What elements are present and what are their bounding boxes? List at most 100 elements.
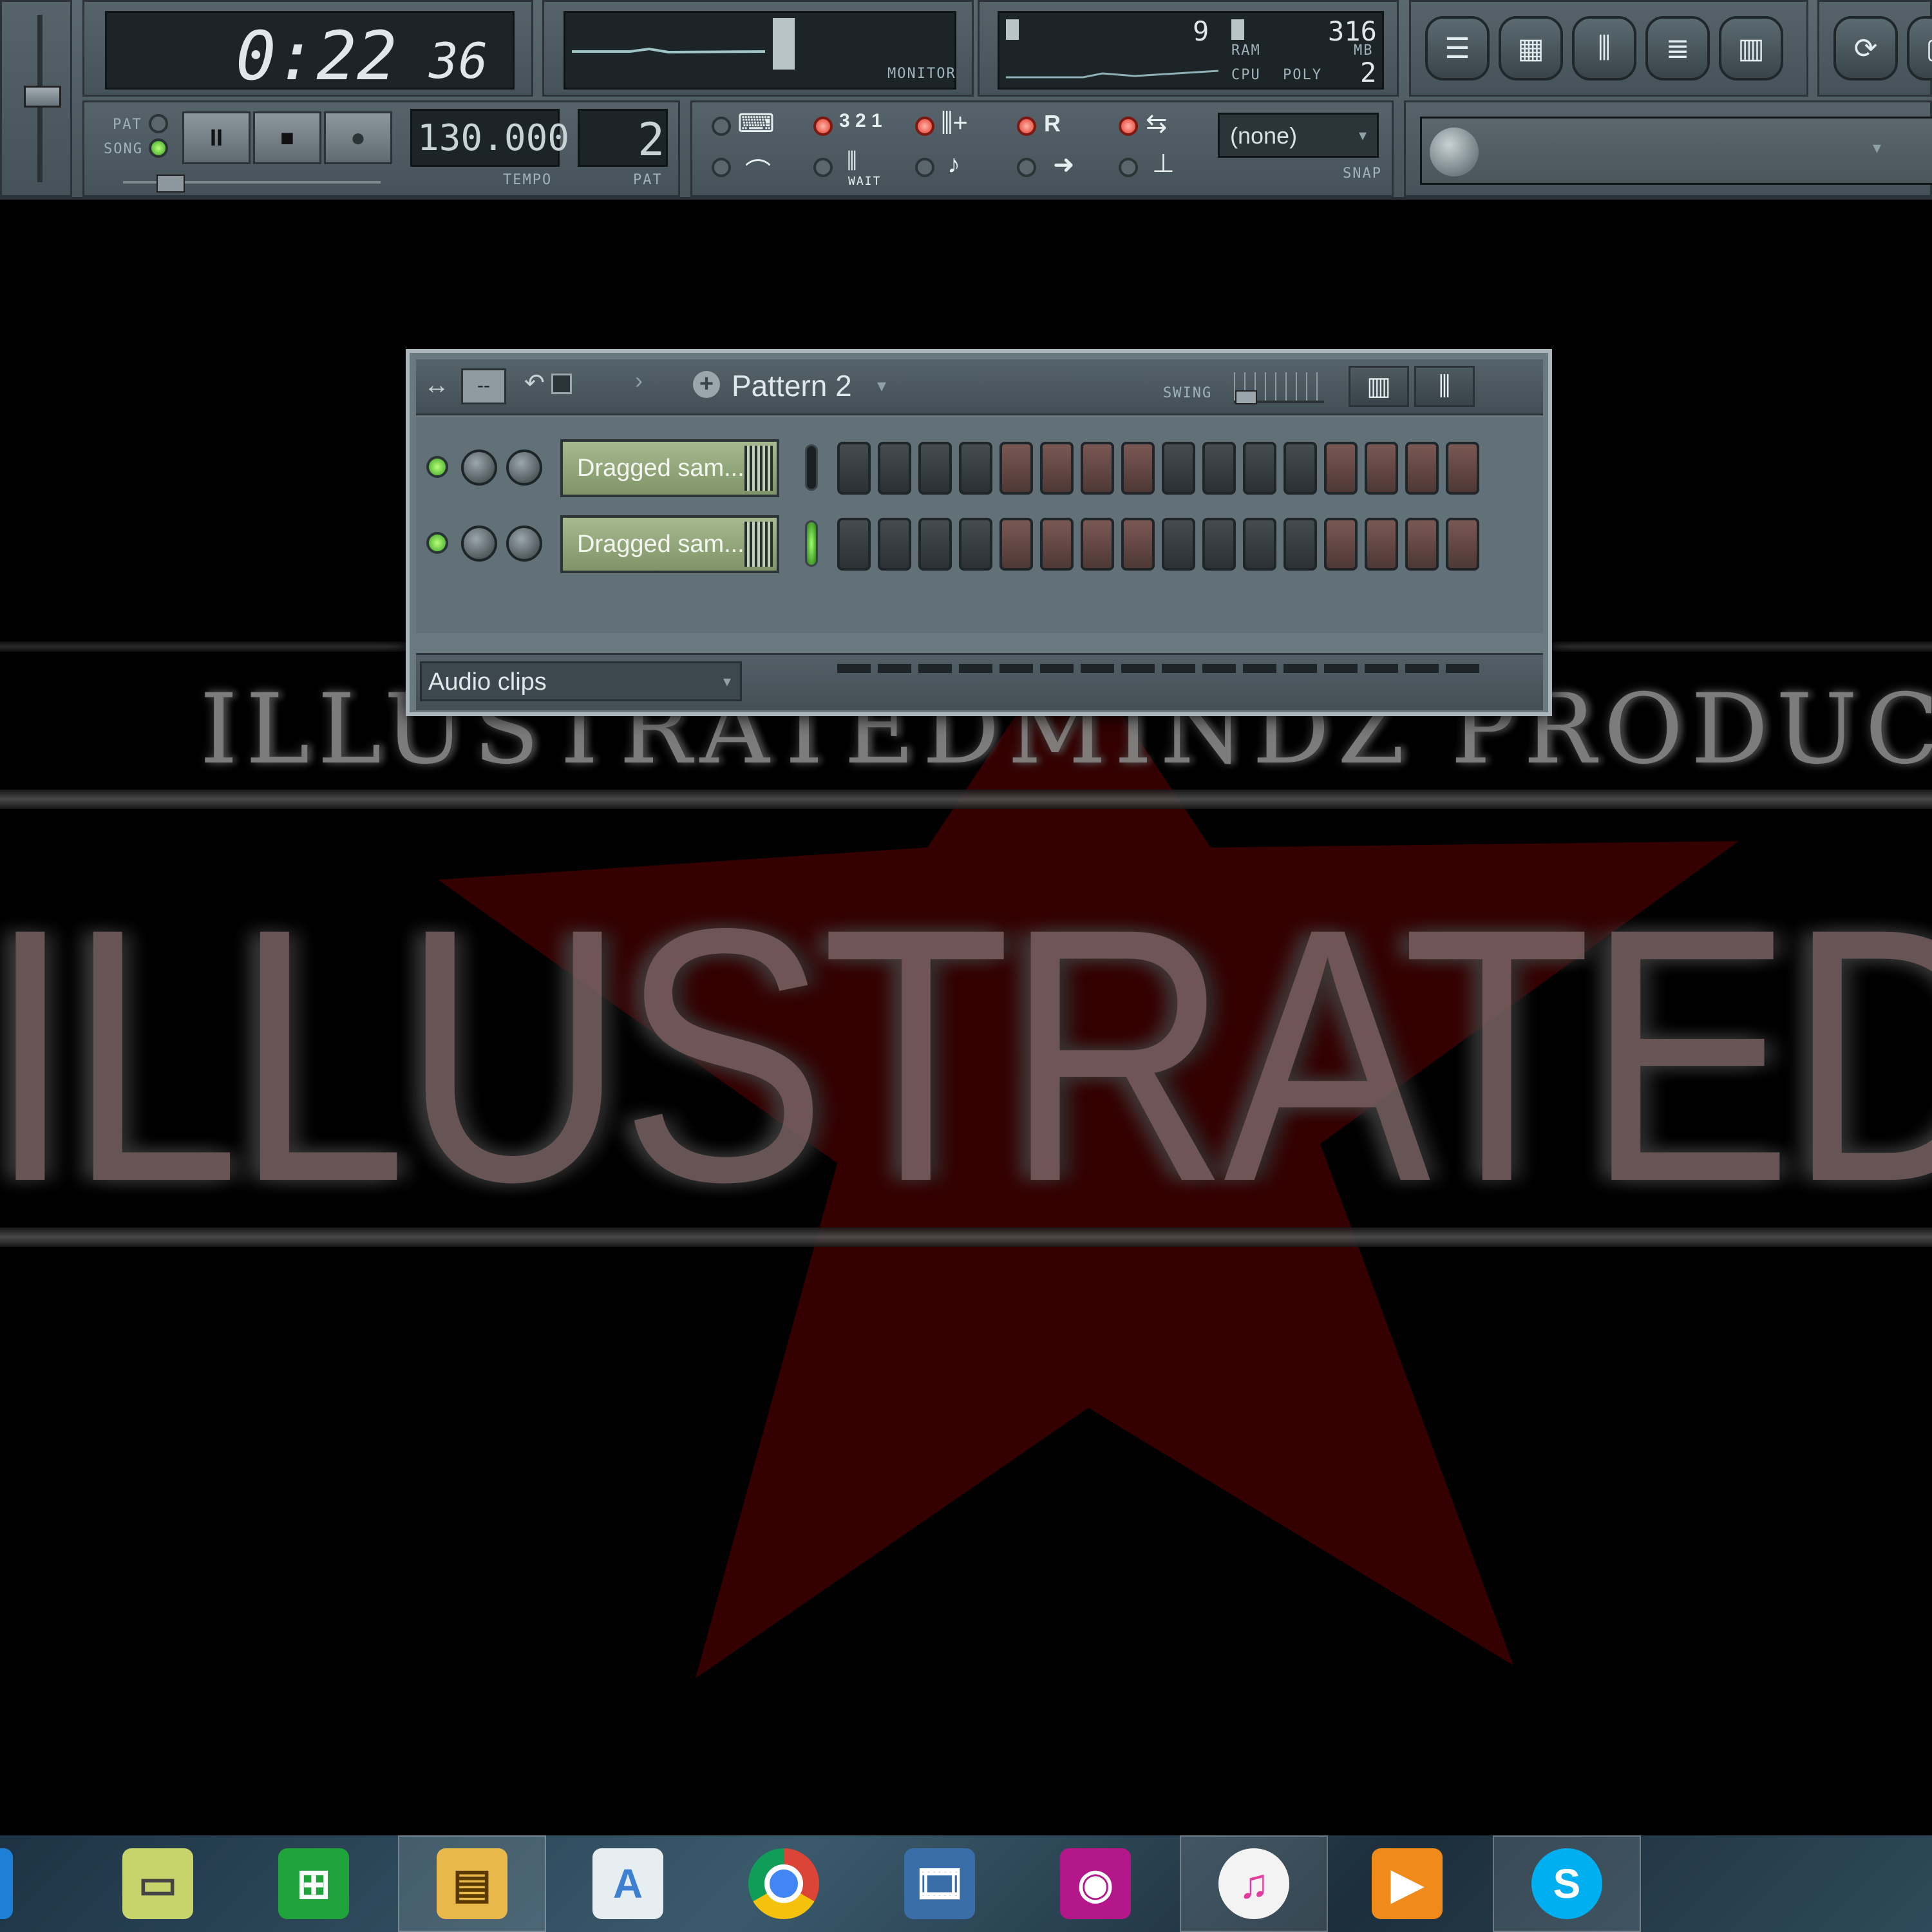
song-mode-led[interactable] (149, 138, 168, 158)
taskbar-wordpad[interactable]: A (554, 1835, 702, 1932)
pattern-display[interactable]: 2 (578, 109, 668, 167)
taskbar-chrome[interactable] (710, 1835, 858, 1932)
step-button[interactable] (1405, 442, 1439, 495)
step-button[interactable] (999, 518, 1033, 571)
piano-roll-button[interactable]: ⫼ (1572, 16, 1636, 80)
pause-button[interactable]: II (182, 111, 251, 164)
hint-panel: ▾ (1404, 100, 1932, 197)
step-button[interactable] (1446, 442, 1479, 495)
arrow-right-icon[interactable]: › (635, 367, 643, 394)
main-pitch-slider[interactable] (156, 175, 185, 193)
time-display[interactable]: 0:22 36 (105, 11, 515, 95)
loop-record-led[interactable] (1017, 117, 1036, 136)
step-button[interactable] (1121, 518, 1155, 571)
tempo-display[interactable]: 130.000 (410, 109, 569, 167)
taskbar-file-explorer[interactable]: ▤ (398, 1835, 546, 1932)
sequencer-header[interactable]: ↔ -- ↶ › + Pattern 2 ▾ SWING ▥ ⫼ (416, 359, 1543, 415)
channel-volume-knob[interactable] (506, 526, 542, 562)
metronome-led[interactable] (712, 158, 731, 177)
mixer-button[interactable]: ▥ (1719, 16, 1783, 80)
channel-selection-strip[interactable] (837, 664, 1481, 673)
multilink-led[interactable] (1119, 117, 1138, 136)
master-volume-slider[interactable] (24, 86, 61, 108)
step-button[interactable] (1121, 442, 1155, 495)
step-button[interactable] (878, 518, 911, 571)
step-button[interactable] (1040, 518, 1074, 571)
pat-mode-led[interactable] (149, 114, 168, 133)
step-button[interactable] (1365, 518, 1398, 571)
channel-select-indicator[interactable] (805, 520, 818, 567)
step-button[interactable] (959, 442, 992, 495)
taskbar-store[interactable]: ⊞ (240, 1835, 388, 1932)
taskbar-movie-maker[interactable]: 🎞 (866, 1835, 1014, 1932)
step-button[interactable] (1283, 518, 1317, 571)
countdown-led[interactable] (813, 117, 833, 136)
blend-notes-led[interactable] (915, 158, 934, 177)
filter-select[interactable]: Audio clips ▾ (420, 661, 742, 701)
monitor-display[interactable]: MONITOR (564, 11, 956, 90)
step-edit-led[interactable] (915, 117, 934, 136)
wait-led[interactable] (813, 158, 833, 177)
step-button[interactable] (1162, 518, 1195, 571)
step-button[interactable] (1243, 518, 1276, 571)
channel-select-indicator[interactable] (805, 444, 818, 491)
step-button[interactable] (878, 442, 911, 495)
itunes-icon: ♫ (1218, 1848, 1289, 1919)
taskbar-mail[interactable]: ✉ (0, 1835, 52, 1932)
step-button[interactable] (1324, 442, 1358, 495)
scroll-led[interactable] (1017, 158, 1036, 177)
taskbar-itunes[interactable]: ♫ (1180, 1835, 1328, 1932)
step-button[interactable] (1202, 518, 1236, 571)
view-toggle-button[interactable]: -- (461, 368, 506, 404)
step-sequencer-button[interactable]: ▦ (1499, 16, 1563, 80)
channel-button[interactable]: Dragged sam... (560, 439, 779, 497)
stop-button[interactable]: ■ (253, 111, 321, 164)
step-button[interactable] (1040, 442, 1074, 495)
step-button[interactable] (1283, 442, 1317, 495)
stop-square-icon[interactable] (551, 374, 572, 394)
step-button[interactable] (1081, 442, 1114, 495)
step-button[interactable] (1081, 518, 1114, 571)
step-button[interactable] (837, 518, 871, 571)
channel-mute-led[interactable] (426, 456, 448, 478)
tool-button[interactable]: ▢ (1907, 16, 1932, 80)
channel-pan-knob[interactable] (461, 526, 497, 562)
taskbar-media-player[interactable]: ▶ (1333, 1835, 1481, 1932)
channel-pan-knob[interactable] (461, 450, 497, 486)
add-pattern-icon[interactable]: + (693, 371, 720, 398)
keyboard-editor-button[interactable]: ⫼ (1414, 366, 1475, 407)
typing-keyboard-led[interactable] (712, 117, 731, 136)
step-button[interactable] (1446, 518, 1479, 571)
step-button[interactable] (918, 442, 952, 495)
browser-button[interactable]: ≣ (1645, 16, 1710, 80)
step-button[interactable] (1324, 518, 1358, 571)
resize-icon[interactable]: ↔ (424, 371, 450, 400)
taskbar-skype[interactable]: S (1493, 1835, 1641, 1932)
step-button[interactable] (918, 518, 952, 571)
step-button[interactable] (837, 442, 871, 495)
hint-bar[interactable]: ▾ (1420, 117, 1932, 185)
channel-button[interactable]: Dragged sam... (560, 515, 779, 573)
step-button[interactable] (999, 442, 1033, 495)
step-button[interactable] (1162, 442, 1195, 495)
overdub-led[interactable] (1119, 158, 1138, 177)
step-button[interactable] (959, 518, 992, 571)
undo-icon[interactable]: ↶ (524, 368, 545, 397)
chevron-down-icon[interactable]: ▾ (877, 375, 886, 396)
graph-editor-button[interactable]: ▥ (1349, 366, 1409, 407)
swing-slider-handle[interactable] (1235, 390, 1257, 404)
hint-orb-icon (1430, 128, 1479, 176)
step-button[interactable] (1405, 518, 1439, 571)
pattern-title[interactable]: Pattern 2 (732, 368, 852, 403)
playlist-button[interactable]: ☰ (1425, 16, 1490, 80)
step-button[interactable] (1365, 442, 1398, 495)
channel-mute-led[interactable] (426, 532, 448, 554)
step-button[interactable] (1243, 442, 1276, 495)
taskbar-sticky-notes[interactable]: ▭ (84, 1835, 232, 1932)
snap-select[interactable]: (none) ▾ (1218, 113, 1379, 158)
channel-volume-knob[interactable] (506, 450, 542, 486)
taskbar-camera[interactable]: ◉ (1021, 1835, 1170, 1932)
step-button[interactable] (1202, 442, 1236, 495)
undo-history-button[interactable]: ⟳ (1833, 16, 1898, 80)
record-button[interactable]: ● (324, 111, 392, 164)
